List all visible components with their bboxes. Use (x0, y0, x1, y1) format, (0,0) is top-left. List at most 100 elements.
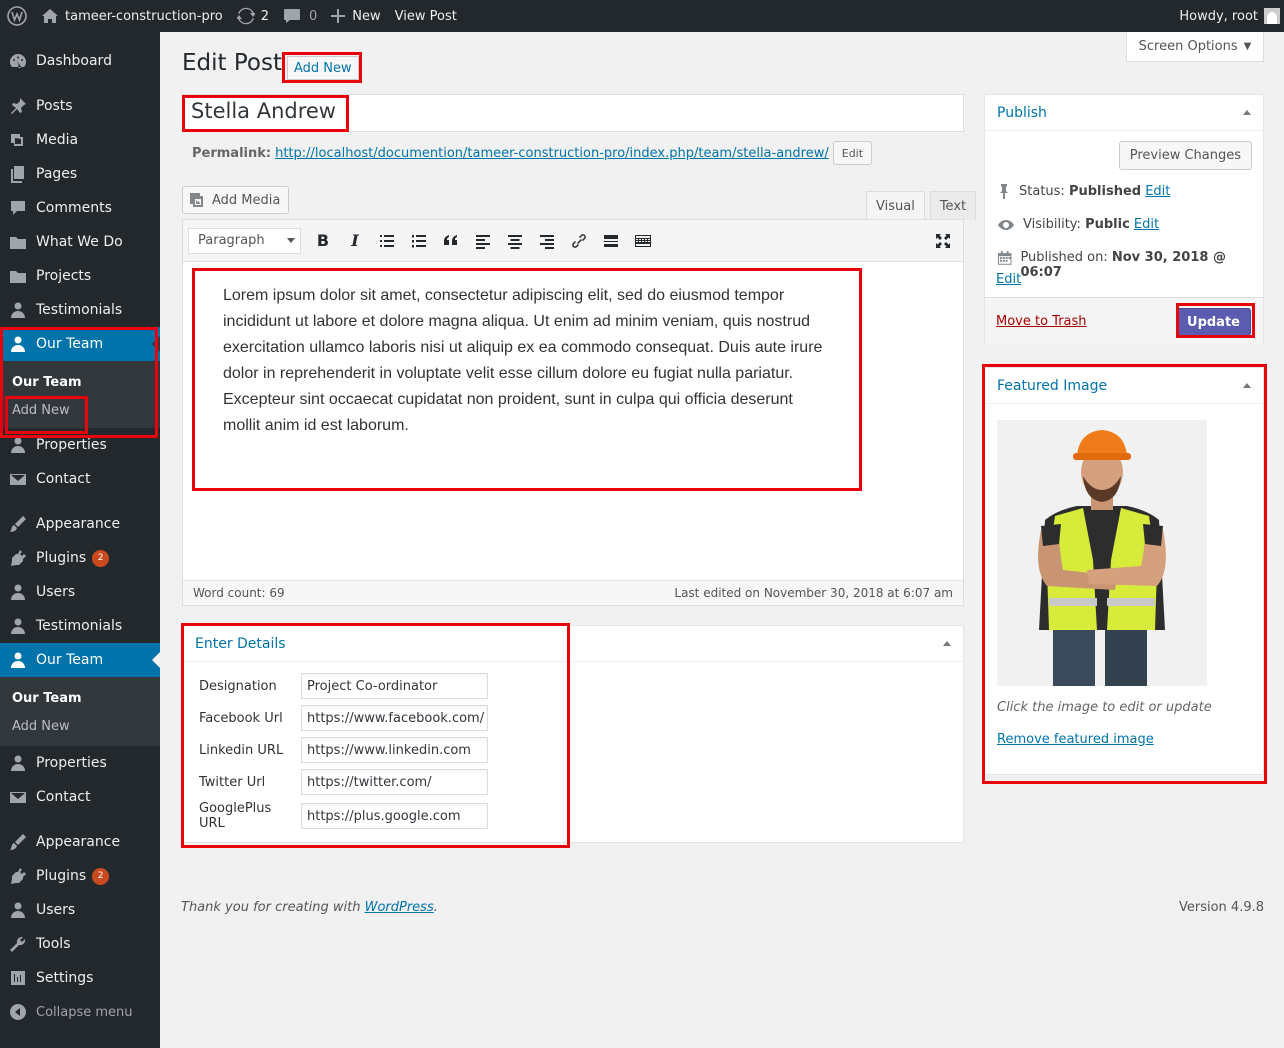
tab-text[interactable]: Text (929, 191, 977, 220)
add-media-button[interactable]: Add Media (182, 186, 290, 214)
menu-label: Media (36, 132, 79, 148)
menu-users[interactable]: Users (0, 575, 160, 609)
submenu-label: Add New (12, 718, 70, 734)
visibility-edit-link[interactable]: Edit (1134, 217, 1159, 232)
submenu-add-new-item[interactable]: Add New (0, 712, 160, 740)
pin-icon (1000, 184, 1008, 199)
wordpress-logo-icon[interactable] (0, 0, 34, 32)
my-account-link[interactable]: Howdy, root (1172, 0, 1284, 32)
menu-testimonials[interactable]: Testimonials (0, 293, 160, 327)
move-to-trash-link[interactable]: Move to Trash (996, 314, 1087, 329)
collapse-menu-button[interactable]: Collapse menu (0, 995, 160, 1029)
menu-properties[interactable]: Properties (0, 428, 160, 462)
caret-up-icon[interactable] (943, 641, 951, 646)
menu-contact[interactable]: Contact (0, 462, 160, 496)
align-right-icon[interactable] (532, 226, 562, 256)
submenu-label: Our Team (12, 374, 82, 390)
site-name-link[interactable]: tameer-construction-pro (34, 0, 230, 32)
fullscreen-icon[interactable] (928, 226, 958, 256)
bullet-list-icon[interactable] (372, 226, 402, 256)
new-content-link[interactable]: New (324, 0, 387, 32)
featured-image[interactable] (997, 420, 1207, 686)
menu-media[interactable]: Media (0, 123, 160, 157)
permalink-edit-button[interactable]: Edit (832, 141, 873, 165)
menu-properties-2[interactable]: Properties (0, 746, 160, 780)
caret-up-icon[interactable] (1243, 383, 1251, 388)
metabox-header[interactable]: Enter Details (183, 626, 963, 662)
menu-dashboard[interactable]: Dashboard (0, 44, 160, 78)
menu-label: Appearance (36, 516, 121, 532)
permalink-link[interactable]: http://localhost/documention/tameer-cons… (275, 146, 829, 161)
facebook-url-field[interactable]: https://www.facebook.com/ (301, 705, 488, 731)
menu-pages[interactable]: Pages (0, 157, 160, 191)
menu-label: Dashboard (36, 53, 112, 69)
view-post-link[interactable]: View Post (388, 0, 464, 32)
post-title-input[interactable]: Stella Andrew (182, 94, 964, 132)
add-new-button[interactable]: Add New (287, 56, 359, 80)
field-label: Designation (199, 678, 277, 694)
read-more-icon[interactable] (596, 226, 626, 256)
menu-plugins-2[interactable]: Plugins 2 (0, 859, 160, 893)
current-arrow (152, 336, 160, 352)
menu-label: Plugins (36, 868, 87, 884)
publish-actions: Move to Trash Update (985, 297, 1263, 344)
linkedin-url-field[interactable]: https://www.linkedin.com (301, 737, 488, 763)
menu-testimonials-2[interactable]: Testimonials (0, 609, 160, 643)
blockquote-icon[interactable] (436, 226, 466, 256)
add-media-icon (190, 193, 203, 207)
menu-appearance[interactable]: Appearance (0, 507, 160, 541)
update-button[interactable]: Update (1176, 308, 1251, 336)
menu-contact-2[interactable]: Contact (0, 780, 160, 814)
metabox-header[interactable]: Featured Image (985, 368, 1263, 404)
menu-comments[interactable]: Comments (0, 191, 160, 225)
screen-options-button[interactable]: Screen Options ▼ (1126, 32, 1264, 62)
submenu-our-team-item[interactable]: Our Team (0, 684, 160, 712)
menu-label: Pages (36, 166, 78, 182)
menu-projects[interactable]: Projects (0, 259, 160, 293)
bold-icon[interactable]: B (308, 226, 338, 256)
menu-tools[interactable]: Tools (0, 927, 160, 961)
googleplus-url-field[interactable]: https://plus.google.com (301, 803, 488, 829)
submenu-add-new-item[interactable]: Add New (0, 396, 160, 424)
align-left-icon[interactable] (468, 226, 498, 256)
tab-visual[interactable]: Visual (866, 191, 925, 220)
designation-field[interactable]: Project Co-ordinator (301, 673, 488, 699)
word-count: Word count: 69 (193, 586, 285, 600)
remove-featured-image-link[interactable]: Remove featured image (997, 732, 1154, 747)
menu-what-we-do[interactable]: What We Do (0, 225, 160, 259)
envelope-icon (9, 788, 27, 806)
updates-count: 2 (260, 8, 270, 24)
status-edit-link[interactable]: Edit (1145, 184, 1170, 199)
status-value: Published (1068, 183, 1142, 199)
menu-our-team-2[interactable]: Our Team (0, 643, 160, 677)
preview-changes-button[interactable]: Preview Changes (1118, 141, 1252, 170)
wordpress-link[interactable]: WordPress (365, 900, 434, 915)
menu-users-2[interactable]: Users (0, 893, 160, 927)
align-center-icon[interactable] (500, 226, 530, 256)
format-select[interactable]: Paragraph (188, 227, 301, 254)
menu-our-team[interactable]: Our Team (0, 327, 160, 361)
user-icon (9, 901, 27, 919)
caret-up-icon[interactable] (1243, 110, 1251, 115)
footer-thanks: Thank you for creating with WordPress. (181, 900, 438, 915)
submenu-our-team: Our Team Add New (0, 361, 160, 428)
published-on-edit-link[interactable]: Edit (996, 272, 1021, 287)
metabox-header[interactable]: Publish (985, 95, 1263, 131)
menu-plugins[interactable]: Plugins 2 (0, 541, 160, 575)
wrench-icon (9, 935, 27, 953)
twitter-url-field[interactable]: https://twitter.com/ (301, 769, 488, 795)
post-content[interactable]: Lorem ipsum dolor sit amet, consectetur … (223, 283, 823, 439)
menu-label: Properties (36, 437, 107, 453)
submenu-our-team-item[interactable]: Our Team (0, 368, 160, 396)
link-icon[interactable] (564, 226, 594, 256)
comments-link[interactable]: 0 (276, 0, 324, 32)
toolbar-toggle-icon[interactable] (628, 226, 658, 256)
menu-appearance-2[interactable]: Appearance (0, 825, 160, 859)
field-label: Facebook Url (199, 710, 283, 726)
menu-posts[interactable]: Posts (0, 89, 160, 123)
field-label: Twitter Url (199, 774, 266, 790)
updates-link[interactable]: 2 (230, 0, 276, 32)
italic-icon[interactable]: I (340, 226, 370, 256)
numbered-list-icon[interactable] (404, 226, 434, 256)
menu-settings[interactable]: Settings (0, 961, 160, 995)
